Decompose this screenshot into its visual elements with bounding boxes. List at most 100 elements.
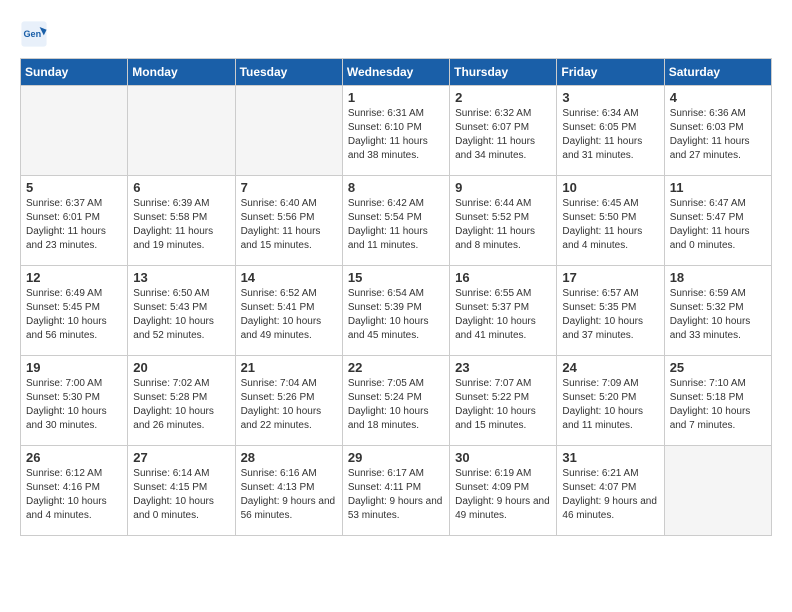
weekday-header-thursday: Thursday	[450, 59, 557, 86]
calendar-cell: 24 Sunrise: 7:09 AMSunset: 5:20 PMDayligh…	[557, 356, 664, 446]
calendar-cell: 16 Sunrise: 6:55 AMSunset: 5:37 PMDayligh…	[450, 266, 557, 356]
day-number: 11	[670, 180, 766, 195]
day-number: 18	[670, 270, 766, 285]
calendar-cell: 11 Sunrise: 6:47 AMSunset: 5:47 PMDayligh…	[664, 176, 771, 266]
day-info: Sunrise: 6:40 AMSunset: 5:56 PMDaylight:…	[241, 197, 337, 253]
day-number: 8	[348, 180, 444, 195]
day-info: Sunrise: 6:39 AMSunset: 5:58 PMDaylight:…	[133, 197, 229, 253]
day-number: 16	[455, 270, 551, 285]
weekday-header-friday: Friday	[557, 59, 664, 86]
week-row-5: 26 Sunrise: 6:12 AMSunset: 4:16 PMDayligh…	[21, 446, 772, 536]
calendar-cell: 19Sunrise: 7:00 AMSunset: 5:30 PMDayligh…	[21, 356, 128, 446]
page-header: Gen	[20, 20, 772, 48]
calendar-cell: 18 Sunrise: 6:59 AMSunset: 5:32 PMDayligh…	[664, 266, 771, 356]
calendar-cell	[664, 446, 771, 536]
day-info: Sunrise: 6:45 AMSunset: 5:50 PMDaylight:…	[562, 197, 658, 253]
day-info: Sunrise: 6:57 AMSunset: 5:35 PMDaylight:…	[562, 287, 658, 343]
day-number: 2	[455, 90, 551, 105]
day-info: Sunrise: 6:44 AMSunset: 5:52 PMDaylight:…	[455, 197, 551, 253]
weekday-header-row: SundayMondayTuesdayWednesdayThursdayFrid…	[21, 59, 772, 86]
calendar-cell: 2 Sunrise: 6:32 AMSunset: 6:07 PMDaylight…	[450, 86, 557, 176]
day-info: Sunrise: 6:17 AMSunset: 4:11 PMDaylight:…	[348, 467, 444, 523]
day-number: 1	[348, 90, 444, 105]
logo: Gen	[20, 20, 52, 48]
day-number: 3	[562, 90, 658, 105]
weekday-header-tuesday: Tuesday	[235, 59, 342, 86]
calendar-cell: 17 Sunrise: 6:57 AMSunset: 5:35 PMDayligh…	[557, 266, 664, 356]
day-number: 10	[562, 180, 658, 195]
calendar-cell: 29Sunrise: 6:17 AMSunset: 4:11 PMDayligh…	[342, 446, 449, 536]
calendar-cell	[128, 86, 235, 176]
day-info: Sunrise: 6:55 AMSunset: 5:37 PMDaylight:…	[455, 287, 551, 343]
weekday-header-monday: Monday	[128, 59, 235, 86]
day-info: Sunrise: 7:04 AMSunset: 5:26 PMDaylight:…	[241, 377, 337, 433]
week-row-1: 1 Sunrise: 6:31 AMSunset: 6:10 PMDaylight…	[21, 86, 772, 176]
day-info: Sunrise: 6:19 AMSunset: 4:09 PMDaylight:…	[455, 467, 551, 523]
calendar-cell: 6 Sunrise: 6:39 AMSunset: 5:58 PMDaylight…	[128, 176, 235, 266]
day-number: 23	[455, 360, 551, 375]
weekday-header-sunday: Sunday	[21, 59, 128, 86]
calendar-cell: 31 Sunrise: 6:21 AMSunset: 4:07 PMDayligh…	[557, 446, 664, 536]
day-info: Sunrise: 6:21 AMSunset: 4:07 PMDaylight:…	[562, 467, 658, 523]
day-info: Sunrise: 7:02 AMSunset: 5:28 PMDaylight:…	[133, 377, 229, 433]
calendar-cell: 14 Sunrise: 6:52 AMSunset: 5:41 PMDayligh…	[235, 266, 342, 356]
day-info: Sunrise: 7:05 AMSunset: 5:24 PMDaylight:…	[348, 377, 444, 433]
day-number: 12	[26, 270, 122, 285]
calendar-cell: 7 Sunrise: 6:40 AMSunset: 5:56 PMDaylight…	[235, 176, 342, 266]
day-info: Sunrise: 6:12 AMSunset: 4:16 PMDaylight:…	[26, 467, 122, 523]
day-number: 5	[26, 180, 122, 195]
day-info: Sunrise: 6:54 AMSunset: 5:39 PMDaylight:…	[348, 287, 444, 343]
day-info: Sunrise: 6:36 AMSunset: 6:03 PMDaylight:…	[670, 107, 766, 163]
calendar-cell: 30 Sunrise: 6:19 AMSunset: 4:09 PMDayligh…	[450, 446, 557, 536]
day-number: 15	[348, 270, 444, 285]
day-info: Sunrise: 7:09 AMSunset: 5:20 PMDaylight:…	[562, 377, 658, 433]
calendar-cell	[235, 86, 342, 176]
day-number: 25	[670, 360, 766, 375]
day-number: 22	[348, 360, 444, 375]
day-info: Sunrise: 6:34 AMSunset: 6:05 PMDaylight:…	[562, 107, 658, 163]
day-info: Sunrise: 6:52 AMSunset: 5:41 PMDaylight:…	[241, 287, 337, 343]
calendar-cell: 23 Sunrise: 7:07 AMSunset: 5:22 PMDayligh…	[450, 356, 557, 446]
day-number: 4	[670, 90, 766, 105]
day-number: 31	[562, 450, 658, 465]
day-info: Sunrise: 6:42 AMSunset: 5:54 PMDaylight:…	[348, 197, 444, 253]
day-info: Sunrise: 6:59 AMSunset: 5:32 PMDaylight:…	[670, 287, 766, 343]
calendar-cell: 26 Sunrise: 6:12 AMSunset: 4:16 PMDayligh…	[21, 446, 128, 536]
calendar-cell: 5Sunrise: 6:37 AMSunset: 6:01 PMDaylight…	[21, 176, 128, 266]
day-info: Sunrise: 6:31 AMSunset: 6:10 PMDaylight:…	[348, 107, 444, 163]
week-row-4: 19Sunrise: 7:00 AMSunset: 5:30 PMDayligh…	[21, 356, 772, 446]
calendar-cell: 4 Sunrise: 6:36 AMSunset: 6:03 PMDaylight…	[664, 86, 771, 176]
day-info: Sunrise: 6:32 AMSunset: 6:07 PMDaylight:…	[455, 107, 551, 163]
calendar-cell: 1 Sunrise: 6:31 AMSunset: 6:10 PMDaylight…	[342, 86, 449, 176]
calendar-cell: 9 Sunrise: 6:44 AMSunset: 5:52 PMDaylight…	[450, 176, 557, 266]
week-row-2: 5Sunrise: 6:37 AMSunset: 6:01 PMDaylight…	[21, 176, 772, 266]
calendar-cell	[21, 86, 128, 176]
day-number: 30	[455, 450, 551, 465]
calendar-cell: 8 Sunrise: 6:42 AMSunset: 5:54 PMDaylight…	[342, 176, 449, 266]
week-row-3: 12 Sunrise: 6:49 AMSunset: 5:45 PMDayligh…	[21, 266, 772, 356]
day-info: Sunrise: 6:49 AMSunset: 5:45 PMDaylight:…	[26, 287, 122, 343]
day-number: 14	[241, 270, 337, 285]
calendar-cell: 20 Sunrise: 7:02 AMSunset: 5:28 PMDayligh…	[128, 356, 235, 446]
day-number: 24	[562, 360, 658, 375]
day-number: 17	[562, 270, 658, 285]
day-info: Sunrise: 7:07 AMSunset: 5:22 PMDaylight:…	[455, 377, 551, 433]
calendar-cell: 21 Sunrise: 7:04 AMSunset: 5:26 PMDayligh…	[235, 356, 342, 446]
day-number: 6	[133, 180, 229, 195]
day-number: 26	[26, 450, 122, 465]
calendar-cell: 13 Sunrise: 6:50 AMSunset: 5:43 PMDayligh…	[128, 266, 235, 356]
day-info: Sunrise: 6:47 AMSunset: 5:47 PMDaylight:…	[670, 197, 766, 253]
weekday-header-wednesday: Wednesday	[342, 59, 449, 86]
day-number: 20	[133, 360, 229, 375]
day-number: 7	[241, 180, 337, 195]
svg-text:Gen: Gen	[24, 29, 42, 39]
day-number: 13	[133, 270, 229, 285]
weekday-header-saturday: Saturday	[664, 59, 771, 86]
day-info: Sunrise: 6:50 AMSunset: 5:43 PMDaylight:…	[133, 287, 229, 343]
calendar-cell: 15 Sunrise: 6:54 AMSunset: 5:39 PMDayligh…	[342, 266, 449, 356]
day-number: 9	[455, 180, 551, 195]
day-number: 21	[241, 360, 337, 375]
calendar-cell: 10 Sunrise: 6:45 AMSunset: 5:50 PMDayligh…	[557, 176, 664, 266]
calendar-cell: 12 Sunrise: 6:49 AMSunset: 5:45 PMDayligh…	[21, 266, 128, 356]
calendar-cell: 27Sunrise: 6:14 AMSunset: 4:15 PMDayligh…	[128, 446, 235, 536]
